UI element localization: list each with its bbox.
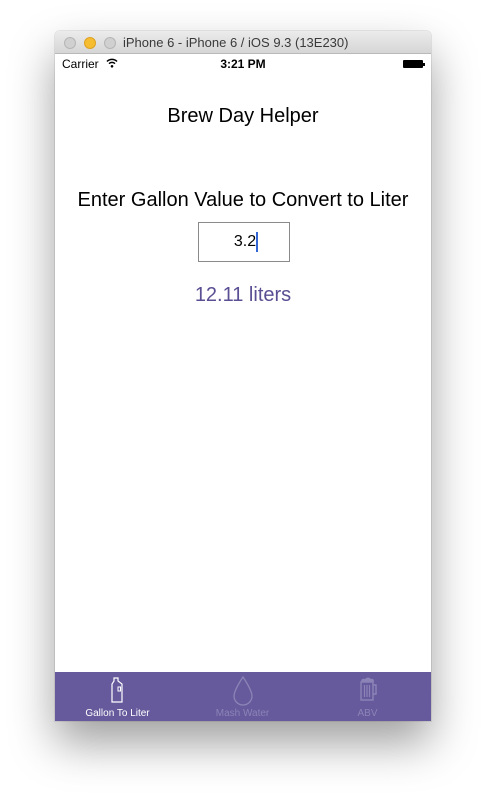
jug-icon <box>110 677 123 703</box>
zoom-window-button[interactable] <box>104 37 116 49</box>
conversion-prompt: Enter Gallon Value to Convert to Liter <box>77 189 409 211</box>
close-window-button[interactable] <box>64 37 76 49</box>
battery-tip <box>423 63 425 66</box>
tab-mash-water[interactable]: Mash Water <box>180 672 305 721</box>
simulator-window: iPhone 6 - iPhone 6 / iOS 9.3 (13E230) C… <box>55 31 431 721</box>
water-drop-icon <box>232 675 253 706</box>
text-caret <box>256 232 258 252</box>
tab-abv[interactable]: ABV <box>305 672 430 721</box>
liters-result: 12.11 liters <box>194 284 292 306</box>
tab-label: ABV <box>357 708 378 719</box>
minimize-window-button[interactable] <box>84 37 96 49</box>
tab-label: Mash Water <box>215 708 270 719</box>
status-time: 3:21 PM <box>220 57 266 71</box>
battery-icon <box>403 60 423 68</box>
tab-gallon-to-liter[interactable]: Gallon To Liter <box>55 672 180 721</box>
tab-bar: Gallon To Liter Mash Water ABV <box>55 672 431 721</box>
window-title: iPhone 6 - iPhone 6 / iOS 9.3 (13E230) <box>123 35 349 50</box>
app-title: Brew Day Helper <box>167 105 319 127</box>
status-bar: Carrier 3:21 PM <box>55 54 431 74</box>
tab-label: Gallon To Liter <box>85 708 150 719</box>
window-titlebar: iPhone 6 - iPhone 6 / iOS 9.3 (13E230) <box>55 31 431 54</box>
gallon-input[interactable]: 3.2 <box>198 222 290 262</box>
beer-mug-icon <box>359 677 377 701</box>
gallon-input-value: 3.2 <box>233 233 257 250</box>
